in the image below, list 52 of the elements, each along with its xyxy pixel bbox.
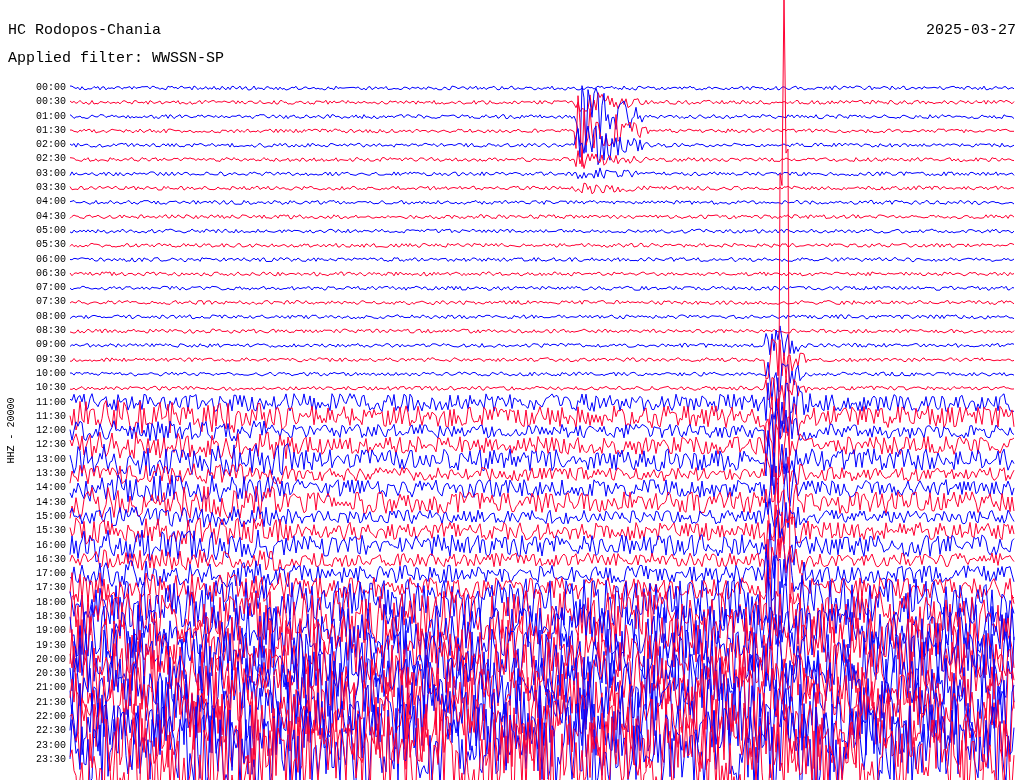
filter-label: Applied filter: WWSSN-SP	[8, 50, 225, 67]
time-label: 02:30	[36, 152, 66, 167]
time-label: 19:30	[36, 638, 66, 653]
time-label: 06:00	[36, 252, 66, 267]
time-label: 00:30	[36, 95, 66, 110]
time-label: 09:30	[36, 352, 66, 367]
time-label: 04:00	[36, 195, 66, 210]
time-label: 13:00	[36, 452, 66, 467]
time-label: 09:00	[36, 338, 66, 353]
time-label: 10:30	[36, 381, 66, 396]
time-label: 11:00	[36, 395, 66, 410]
time-label: 03:30	[36, 181, 66, 196]
time-label: 21:00	[36, 681, 66, 696]
time-label: 19:00	[36, 624, 66, 639]
time-label: 18:00	[36, 595, 66, 610]
time-label: 17:30	[36, 581, 66, 596]
time-label: 20:00	[36, 652, 66, 667]
time-label: 11:30	[36, 409, 66, 424]
time-label: 22:00	[36, 710, 66, 725]
time-label: 12:00	[36, 424, 66, 439]
time-label: 16:30	[36, 552, 66, 567]
date-label: 2025-03-27	[926, 21, 1016, 39]
time-label: 14:30	[36, 495, 66, 510]
time-label: 14:00	[36, 481, 66, 496]
time-label: 23:00	[36, 738, 66, 753]
time-label: 12:30	[36, 438, 66, 453]
time-label: 18:30	[36, 610, 66, 624]
time-label: 03:00	[36, 166, 66, 181]
time-label: 13:30	[36, 467, 66, 481]
time-label: 01:00	[36, 109, 66, 124]
time-label: 04:30	[36, 209, 66, 224]
time-label: 05:30	[36, 238, 66, 253]
time-label: 01:30	[36, 123, 66, 138]
time-label: 06:30	[36, 266, 66, 281]
time-label: 16:00	[36, 538, 66, 553]
time-label: 10:00	[36, 366, 66, 381]
time-label: 15:00	[36, 509, 66, 524]
time-label: 07:00	[36, 281, 66, 296]
time-label: 17:00	[36, 567, 66, 582]
time-label: 20:30	[36, 667, 66, 682]
time-label: 05:00	[36, 223, 66, 238]
time-label: 21:30	[36, 695, 66, 710]
time-label: 08:00	[36, 309, 66, 324]
time-label: 08:30	[36, 324, 66, 339]
time-label: 22:30	[36, 724, 66, 739]
station-title: HC Rodopos-Chania	[8, 21, 162, 39]
time-label: 00:00	[36, 81, 66, 95]
time-label: 07:30	[36, 295, 66, 310]
time-label: 15:30	[36, 524, 66, 539]
channel-label: HHZ - 20000	[5, 397, 17, 463]
time-label: 02:00	[36, 138, 66, 153]
time-label: 23:30	[36, 752, 66, 767]
